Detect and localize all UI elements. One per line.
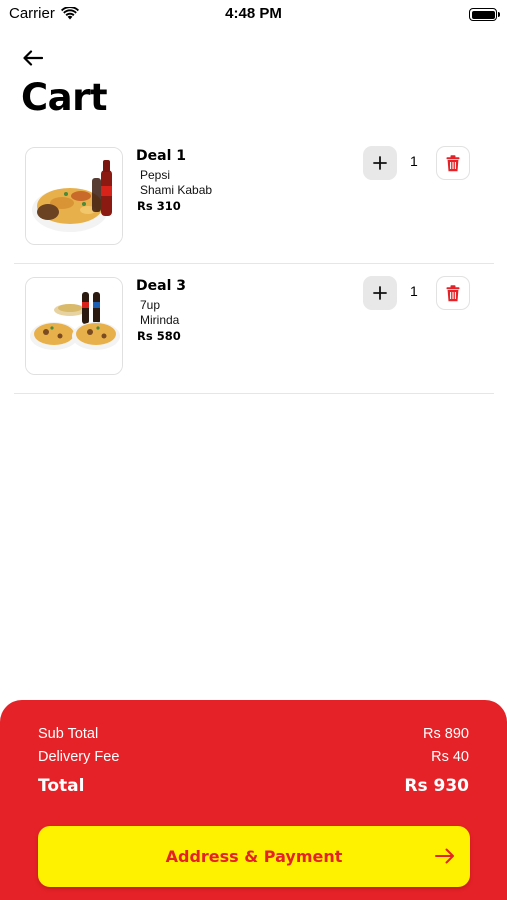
subtotal-row: Sub Total Rs 890 [38, 726, 469, 742]
quantity-value: 1 [410, 153, 418, 169]
page-title: Cart [21, 76, 108, 119]
delivery-fee-value: Rs 40 [431, 749, 469, 765]
item-desc-line: Shami Kabab [140, 183, 213, 197]
order-summary-panel: Sub Total Rs 890 Delivery Fee Rs 40 Tota… [0, 700, 507, 900]
item-name: Deal 1 [136, 148, 186, 164]
delivery-fee-row: Delivery Fee Rs 40 [38, 749, 469, 765]
status-time: 4:48 PM [225, 5, 282, 22]
item-description: Pepsi Shami Kabab [140, 168, 212, 198]
cart-item: Deal 3 7up Mirinda Rs 580 1 [14, 264, 494, 394]
trash-icon [446, 284, 460, 301]
deal-1-image [25, 147, 123, 245]
increase-quantity-button[interactable] [363, 276, 397, 310]
cart-item: Deal 1 Pepsi Shami Kabab Rs 310 1 [14, 134, 494, 264]
quantity-value: 1 [410, 283, 418, 299]
address-payment-button[interactable]: Address & Payment [38, 826, 470, 887]
back-button[interactable] [20, 48, 46, 68]
subtotal-label: Sub Total [38, 726, 99, 742]
increase-quantity-button[interactable] [363, 146, 397, 180]
total-value: Rs 930 [404, 776, 469, 796]
delete-item-button[interactable] [436, 276, 470, 310]
arrow-right-icon [435, 848, 454, 864]
plus-icon [373, 286, 387, 300]
delete-item-button[interactable] [436, 146, 470, 180]
item-description: 7up Mirinda [140, 298, 179, 328]
item-desc-line: Pepsi [140, 168, 171, 182]
biryani-plates-image [26, 278, 122, 374]
item-desc-line: Mirinda [140, 313, 180, 327]
subtotal-value: Rs 890 [423, 726, 469, 742]
item-price: Rs 580 [137, 329, 181, 343]
battery-icon [469, 8, 500, 21]
deal-3-image [25, 277, 123, 375]
item-desc-line: 7up [140, 298, 161, 312]
address-payment-label: Address & Payment [165, 847, 343, 866]
status-bar: Carrier 4:48 PM [0, 0, 507, 30]
biryani-plate-image [26, 148, 122, 244]
plus-icon [373, 156, 387, 170]
total-label: Total [38, 776, 85, 796]
total-row: Total Rs 930 [38, 776, 469, 796]
delivery-fee-label: Delivery Fee [38, 749, 120, 765]
trash-icon [446, 154, 460, 171]
item-name: Deal 3 [136, 278, 186, 294]
item-price: Rs 310 [137, 199, 181, 213]
arrow-left-icon [23, 50, 43, 66]
